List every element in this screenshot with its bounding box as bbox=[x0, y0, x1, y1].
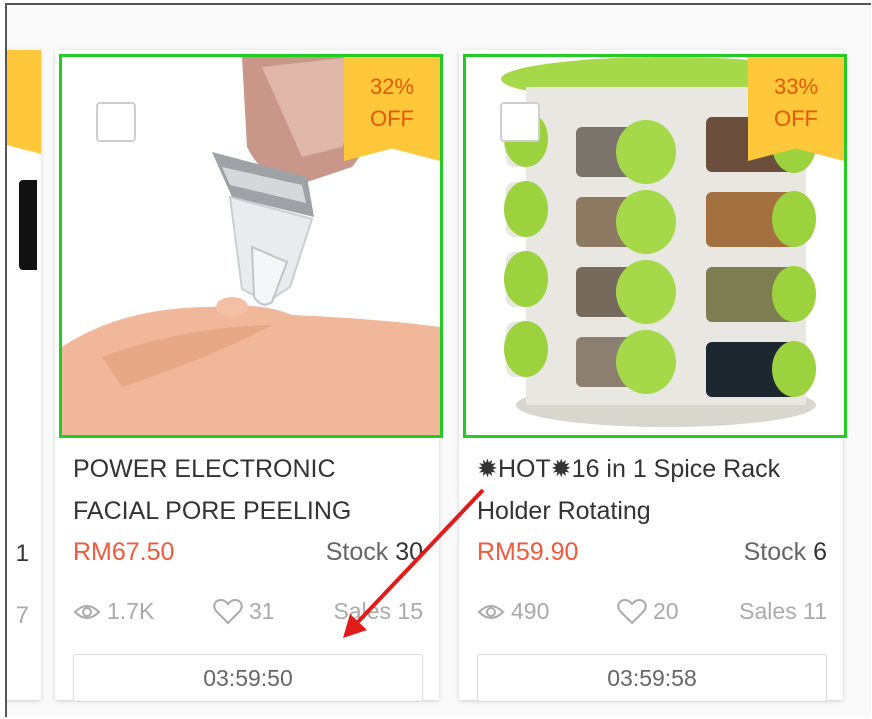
discount-badge: 33% OFF bbox=[748, 57, 844, 161]
stock-value: 30 bbox=[395, 538, 423, 566]
product-image-fragment bbox=[19, 180, 37, 270]
product-stats: 1.7K 31 Sales 15 bbox=[73, 598, 423, 632]
views-stat: 1.7K bbox=[73, 598, 154, 625]
sales-count: 11 bbox=[803, 598, 827, 624]
stock-label: Stock bbox=[743, 538, 807, 566]
heart-icon bbox=[617, 598, 647, 624]
product-title-line: ✹HOT✹16 in 1 Spice Rack bbox=[477, 455, 781, 483]
select-checkbox[interactable] bbox=[500, 102, 540, 142]
discount-badge: % bbox=[7, 50, 41, 154]
product-title-line: POWER ELECTRONIC bbox=[73, 455, 336, 483]
stock-info: Stock 6 bbox=[744, 538, 827, 567]
select-checkbox[interactable] bbox=[96, 102, 136, 142]
product-card-partial[interactable]: % 1 7 bbox=[7, 50, 41, 700]
stock-value: 1 bbox=[15, 540, 29, 567]
sales-stat: Sales 15 bbox=[333, 598, 423, 625]
views-stat: 490 bbox=[477, 598, 549, 625]
product-title-line: Holder Rotating bbox=[477, 497, 651, 525]
sales-label: Sales bbox=[739, 598, 797, 624]
product-card[interactable]: 33% OFF ✹HOT✹16 in 1 Spice Rack Holder R… bbox=[459, 50, 847, 702]
discount-percent: 32% bbox=[369, 74, 415, 99]
stock-info: Stock 30 bbox=[326, 538, 423, 567]
stock-value: 6 bbox=[813, 538, 827, 566]
product-price: RM67.50 bbox=[73, 538, 175, 566]
product-title[interactable]: POWER ELECTRONIC FACIAL PORE PEELING bbox=[73, 448, 425, 532]
product-price: RM59.90 bbox=[477, 538, 579, 566]
product-image[interactable]: 33% OFF bbox=[463, 54, 847, 438]
product-stats: 490 20 Sales 11 bbox=[477, 598, 827, 632]
views-count: 490 bbox=[511, 598, 550, 624]
product-grid-frame: % 1 7 bbox=[5, 3, 871, 717]
discount-off-label: OFF bbox=[774, 106, 818, 131]
discount-percent: 33% bbox=[773, 74, 819, 99]
product-card[interactable]: 32% OFF POWER ELECTRONIC FACIAL PORE PEE… bbox=[55, 50, 443, 702]
likes-count: 20 bbox=[653, 598, 679, 624]
product-title[interactable]: ✹HOT✹16 in 1 Spice Rack Holder Rotating bbox=[477, 448, 829, 532]
sales-stat: Sales 11 bbox=[739, 598, 827, 625]
likes-stat[interactable]: 31 bbox=[213, 598, 275, 625]
heart-icon bbox=[213, 598, 243, 624]
sales-value: 7 bbox=[15, 602, 29, 629]
product-image[interactable]: 32% OFF bbox=[59, 54, 443, 438]
sales-count: 15 bbox=[397, 598, 423, 624]
stock-label: Stock bbox=[325, 538, 389, 566]
sales-label: Sales bbox=[333, 598, 392, 624]
countdown-timer: 03:59:50 bbox=[73, 654, 423, 702]
discount-badge: 32% OFF bbox=[344, 57, 440, 161]
product-title-line: FACIAL PORE PEELING bbox=[73, 497, 352, 525]
likes-stat[interactable]: 20 bbox=[617, 598, 679, 625]
eye-icon bbox=[73, 604, 101, 619]
likes-count: 31 bbox=[249, 598, 275, 624]
countdown-timer: 03:59:58 bbox=[477, 654, 827, 702]
eye-icon bbox=[477, 604, 505, 619]
views-count: 1.7K bbox=[107, 598, 155, 624]
discount-off-label: OFF bbox=[370, 106, 414, 131]
